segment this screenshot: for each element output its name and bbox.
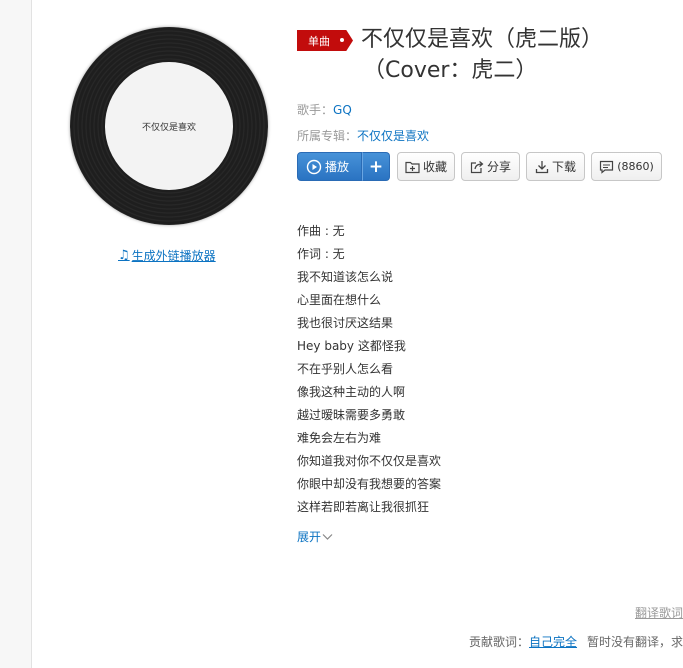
album-row: 所属专辑：不仅仅是喜欢 <box>297 127 429 144</box>
download-button[interactable]: 下载 <box>526 152 585 181</box>
left-strip <box>0 0 32 668</box>
singer-row: 歌手：GQ <box>297 101 352 118</box>
share-button[interactable]: 分享 <box>461 152 520 181</box>
album-cover: 不仅仅是喜欢 <box>70 27 268 225</box>
lyric-line: 越过暧昧需要多勇敢 <box>297 408 406 422</box>
badge-dot <box>340 38 344 42</box>
lyric-line: 作词 : 无 <box>297 247 345 261</box>
lyric-line: 你知道我对你不仅仅是喜欢 <box>297 454 442 468</box>
comment-count: (8860) <box>617 160 654 173</box>
lyric-line: 不在乎别人怎么看 <box>297 362 394 376</box>
play-button[interactable]: 播放 <box>297 152 362 181</box>
lyrics: 作曲 : 无 作词 : 无 我不知道该怎么说 心里面在想什么 我也很讨厌这结果 … <box>297 224 441 523</box>
comment-icon <box>600 160 614 174</box>
contrib-label: 贡献歌词： <box>469 635 530 649</box>
singer-link[interactable]: GQ <box>333 103 352 117</box>
album-label: 所属专辑： <box>297 129 358 143</box>
lyric-line: 心里面在想什么 <box>297 293 382 307</box>
share-label: 分享 <box>486 160 511 174</box>
add-to-playlist-button[interactable]: + <box>362 152 390 181</box>
download-icon <box>535 160 549 173</box>
singer-label: 歌手： <box>297 103 334 117</box>
ext-player-link[interactable]: ♫ 生成外链播放器 <box>118 247 216 264</box>
expand-label: 展开 <box>297 530 322 544</box>
lyric-line: 我不知道该怎么说 <box>297 270 394 284</box>
collect-button[interactable]: 收藏 <box>397 152 455 181</box>
music-note-icon: ♫ <box>118 248 130 263</box>
comment-button[interactable]: (8860) <box>591 152 662 181</box>
lyric-line: Hey baby 这都怪我 <box>297 339 406 353</box>
add-label: + <box>368 156 384 177</box>
chevron-down-icon <box>322 533 333 540</box>
lyric-line: 像我这种主动的人啊 <box>297 385 406 399</box>
lyric-line: 你眼中却没有我想要的答案 <box>297 477 442 491</box>
lyric-line: 我也很讨厌这结果 <box>297 316 394 330</box>
album-link[interactable]: 不仅仅是喜欢 <box>357 129 429 143</box>
lyric-line: 这样若即若离让我很抓狂 <box>297 500 430 514</box>
lyrics-contributors: 贡献歌词：自己完全 暂时没有翻译，求 <box>469 633 683 650</box>
play-icon <box>306 159 322 174</box>
contrib-note: 暂时没有翻译，求 <box>587 635 683 649</box>
collect-label: 收藏 <box>422 160 447 174</box>
song-title: 不仅仅是喜欢（虎二版） （Cover：虎二） <box>361 24 661 86</box>
lyric-line: 作曲 : 无 <box>297 224 345 238</box>
title-line-1: 不仅仅是喜欢（虎二版） <box>361 27 604 52</box>
expand-lyrics-button[interactable]: 展开 <box>297 528 333 545</box>
single-badge: 单曲 <box>297 30 353 51</box>
download-label: 下载 <box>551 160 576 174</box>
cover-label: 不仅仅是喜欢 <box>105 62 233 190</box>
single-badge-label: 单曲 <box>308 34 330 48</box>
contributor-link[interactable]: 自己完全 <box>529 635 577 649</box>
folder-add-icon <box>405 161 420 173</box>
share-icon <box>470 160 484 173</box>
ext-player-label: 生成外链播放器 <box>131 249 216 263</box>
lyric-line: 难免会左右为难 <box>297 431 382 445</box>
title-line-2: （Cover：虎二） <box>363 58 538 83</box>
translate-lyrics-link[interactable]: 翻译歌词 <box>635 604 683 621</box>
play-label: 播放 <box>325 160 350 174</box>
